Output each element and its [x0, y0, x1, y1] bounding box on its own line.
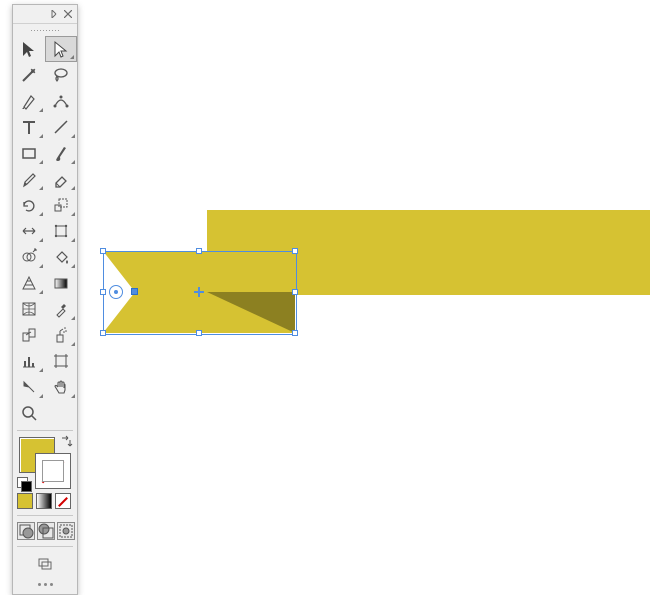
curvature-tool[interactable] — [45, 88, 77, 114]
scale-tool[interactable] — [45, 192, 77, 218]
edit-toolbar-icon[interactable] — [13, 577, 77, 588]
hand-tool[interactable] — [45, 374, 77, 400]
magic-wand-tool[interactable] — [13, 62, 45, 88]
rectangle-tool[interactable] — [13, 140, 45, 166]
panel-header[interactable] — [13, 5, 77, 24]
rotate-tool[interactable] — [13, 192, 45, 218]
swap-fill-stroke-icon[interactable] — [59, 435, 73, 449]
free-transform-tool[interactable] — [45, 218, 77, 244]
shape-builder-tool[interactable] — [13, 244, 45, 270]
fill-stroke-swatches[interactable] — [17, 435, 73, 491]
draw-behind[interactable] — [37, 522, 55, 540]
live-paint-bucket-tool[interactable] — [45, 244, 77, 270]
draw-inside[interactable] — [57, 522, 75, 540]
bbox-handle-tr[interactable] — [292, 248, 298, 254]
tools-panel[interactable] — [12, 4, 78, 595]
bbox-handle-bm[interactable] — [196, 330, 202, 336]
tool-empty — [45, 400, 77, 426]
canvas — [0, 0, 654, 570]
tool-grid — [13, 36, 77, 426]
mesh-tool[interactable] — [13, 296, 45, 322]
bbox-handle-ml[interactable] — [100, 289, 106, 295]
panel-grip[interactable] — [13, 24, 77, 36]
panel-divider — [17, 430, 73, 431]
collapse-panel-icon[interactable] — [49, 9, 59, 19]
ribbon-tail-shape[interactable] — [103, 251, 295, 333]
color-mode-gradient[interactable] — [36, 493, 52, 509]
panel-divider — [17, 515, 73, 516]
column-graph-tool[interactable] — [13, 348, 45, 374]
paintbrush-tool[interactable] — [45, 140, 77, 166]
bbox-handle-bl[interactable] — [100, 330, 106, 336]
panel-divider — [17, 546, 73, 547]
line-segment-tool[interactable] — [45, 114, 77, 140]
color-mode-solid[interactable] — [17, 493, 33, 509]
selection-bounding-box — [103, 251, 297, 335]
pen-tool[interactable] — [13, 88, 45, 114]
bbox-handle-mr[interactable] — [292, 289, 298, 295]
direct-selection-tool[interactable] — [45, 36, 77, 62]
selection-tool[interactable] — [13, 36, 45, 62]
blend-tool[interactable] — [13, 322, 45, 348]
change-screen-mode-button[interactable] — [36, 555, 54, 573]
color-mode-row — [13, 491, 77, 511]
stroke-swatch[interactable] — [35, 453, 71, 489]
perspective-grid-tool[interactable] — [13, 270, 45, 296]
bbox-handle-tm[interactable] — [196, 248, 202, 254]
transform-origin-icon — [109, 285, 123, 299]
default-fill-stroke-icon[interactable] — [17, 477, 31, 491]
draw-normal[interactable] — [17, 522, 35, 540]
gradient-tool[interactable] — [45, 270, 77, 296]
color-mode-none[interactable] — [55, 493, 71, 509]
background-rectangle-shape[interactable] — [207, 210, 650, 295]
slice-tool[interactable] — [13, 374, 45, 400]
type-tool[interactable] — [13, 114, 45, 140]
eyedropper-tool[interactable] — [45, 296, 77, 322]
center-point-icon — [194, 287, 204, 297]
bbox-handle-br[interactable] — [292, 330, 298, 336]
pencil-tool[interactable] — [13, 166, 45, 192]
eraser-tool[interactable] — [45, 166, 77, 192]
width-tool[interactable] — [13, 218, 45, 244]
zoom-tool[interactable] — [13, 400, 45, 426]
selected-anchor-point[interactable] — [131, 288, 138, 295]
lasso-tool[interactable] — [45, 62, 77, 88]
draw-mode-row — [13, 520, 77, 542]
symbol-sprayer-tool[interactable] — [45, 322, 77, 348]
artboard-tool[interactable] — [45, 348, 77, 374]
bbox-handle-tl[interactable] — [100, 248, 106, 254]
close-panel-icon[interactable] — [63, 9, 73, 19]
